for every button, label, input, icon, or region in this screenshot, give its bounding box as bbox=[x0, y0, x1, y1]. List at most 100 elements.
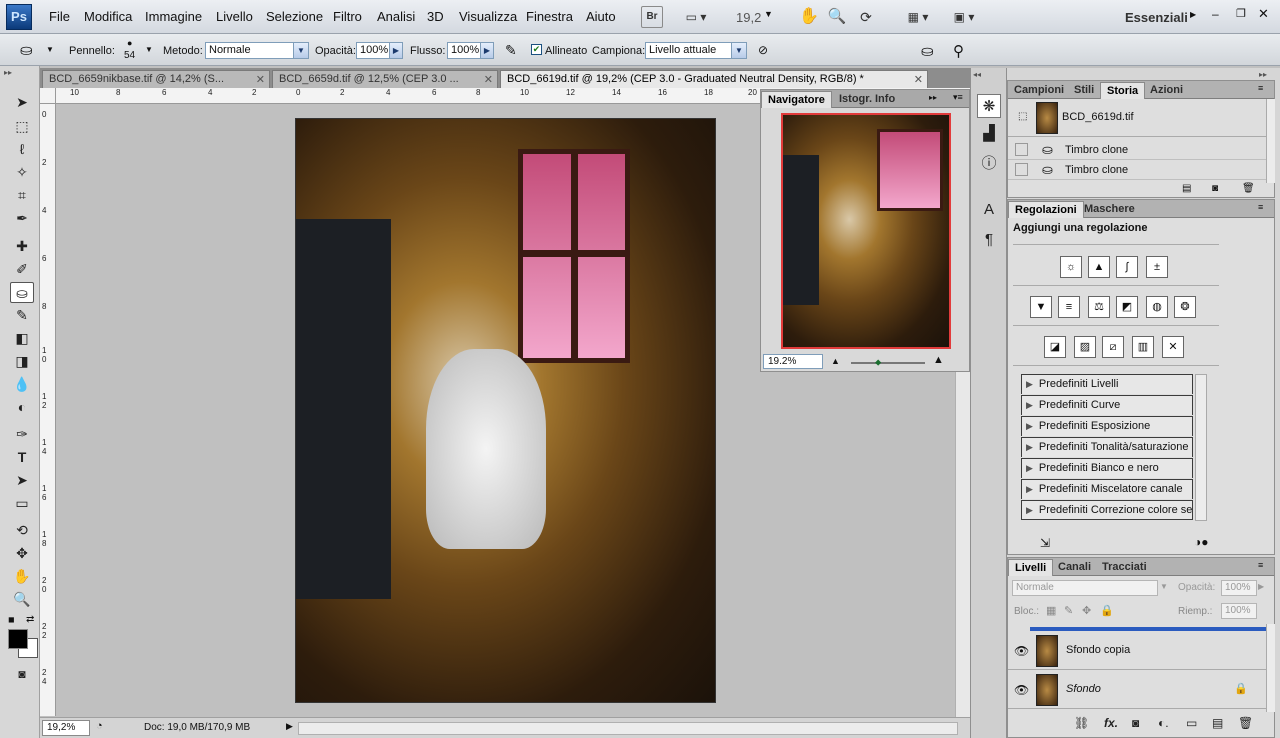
tab-livelli[interactable]: Livelli bbox=[1008, 559, 1054, 576]
delete-layer-icon[interactable]: 🗑 bbox=[1238, 716, 1253, 730]
screen-mode-dropdown-icon[interactable]: ▣ ▾ bbox=[946, 6, 982, 28]
history-item[interactable]: ⛀ Timbro clone bbox=[1008, 160, 1266, 180]
gradient-tool-icon[interactable]: ◨ bbox=[10, 351, 34, 372]
brush-panel-icon[interactable]: ⚲ bbox=[953, 42, 964, 60]
airbrush-icon[interactable]: ✎ bbox=[505, 42, 517, 59]
blend-mode-select[interactable]: Normale bbox=[1012, 580, 1158, 596]
3d-rotate-tool-icon[interactable]: ⟲ bbox=[10, 520, 34, 541]
status-info-icon[interactable]: ◔ bbox=[96, 720, 103, 732]
opacity-arrow-icon[interactable]: ▶ bbox=[1258, 582, 1264, 591]
tab-storia[interactable]: Storia bbox=[1100, 82, 1146, 99]
document-image[interactable] bbox=[295, 118, 716, 703]
vibrance-icon[interactable]: ▼ bbox=[1030, 296, 1052, 318]
sample-dropdown-icon[interactable]: ▼ bbox=[731, 42, 747, 59]
exposure-icon[interactable]: ± bbox=[1146, 256, 1168, 278]
swap-colors-icon[interactable]: ⇄ bbox=[26, 614, 34, 625]
clip-to-layer-icon[interactable]: ◑● bbox=[1194, 535, 1209, 549]
layer-row[interactable]: 👁 Sfondo copia bbox=[1008, 632, 1266, 670]
zoom-tool-button[interactable]: 🔍 bbox=[10, 589, 34, 610]
menu-file[interactable]: File bbox=[49, 9, 70, 24]
zoom-tool-icon[interactable]: 🔍 bbox=[826, 6, 848, 28]
canvas-horizontal-scrollbar[interactable] bbox=[298, 722, 958, 735]
crop-tool-icon[interactable]: ⌗ bbox=[10, 185, 34, 206]
zoom-in-icon[interactable]: ▲ bbox=[933, 354, 944, 366]
clone-source-panel-icon[interactable]: ⛀ bbox=[921, 42, 934, 60]
pen-tool-icon[interactable]: ✑ bbox=[10, 424, 34, 445]
sample-select[interactable]: Livello attuale bbox=[645, 42, 733, 59]
history-snapshot[interactable]: ⬚ BCD_6619d.tif bbox=[1008, 99, 1266, 137]
tab-tracciati[interactable]: Tracciati bbox=[1096, 559, 1153, 576]
flow-slider-icon[interactable]: ▶ bbox=[480, 42, 494, 59]
navigator-panel-icon[interactable]: ❋ bbox=[977, 94, 1001, 118]
foreground-color-swatch[interactable] bbox=[8, 629, 28, 649]
layer-fill-input[interactable]: 100% bbox=[1221, 603, 1257, 619]
flow-input[interactable]: 100% bbox=[447, 42, 481, 59]
lock-all-icon[interactable]: 🔒 bbox=[1100, 604, 1114, 617]
tab-campioni[interactable]: Campioni bbox=[1008, 82, 1070, 99]
brush-tool-icon[interactable]: ✐ bbox=[10, 259, 34, 280]
move-tool-icon[interactable]: ➤ bbox=[10, 92, 34, 113]
layers-scrollbar[interactable] bbox=[1266, 624, 1275, 712]
history-brush-tool-icon[interactable]: ✎ bbox=[10, 305, 34, 326]
brush-preview-icon[interactable]: ● bbox=[127, 38, 132, 48]
history-source-box[interactable] bbox=[1015, 163, 1028, 176]
history-item[interactable]: ⛀ Timbro clone bbox=[1008, 140, 1266, 160]
delete-state-icon[interactable]: 🗑 bbox=[1242, 183, 1255, 194]
tab-canali[interactable]: Canali bbox=[1052, 559, 1097, 576]
column-collapse-icon[interactable]: ▸▸ bbox=[1259, 70, 1267, 79]
character-panel-icon[interactable]: A bbox=[977, 198, 1001, 222]
tab-azioni[interactable]: Azioni bbox=[1144, 82, 1189, 99]
blur-tool-icon[interactable]: 💧 bbox=[10, 374, 34, 395]
shape-tool-icon[interactable]: ▭ bbox=[10, 493, 34, 514]
navigator-zoom-slider[interactable] bbox=[851, 362, 925, 364]
lock-transparency-icon[interactable]: ▦ bbox=[1046, 604, 1056, 617]
path-selection-tool-icon[interactable]: ➤ bbox=[10, 470, 34, 491]
preset-item[interactable]: ▶ Predefiniti Miscelatore canale bbox=[1021, 479, 1193, 499]
menu-livello[interactable]: Livello bbox=[216, 9, 253, 24]
mode-select[interactable]: Normale bbox=[205, 42, 295, 59]
tab-info[interactable]: Info bbox=[869, 91, 901, 108]
color-balance-icon[interactable]: ⚖ bbox=[1088, 296, 1110, 318]
preset-item[interactable]: ▶ Predefiniti Bianco e nero bbox=[1021, 458, 1193, 478]
presets-scrollbar[interactable] bbox=[1195, 374, 1207, 521]
dodge-tool-icon[interactable]: ◐ bbox=[10, 397, 34, 418]
clone-stamp-tool-icon[interactable]: ⛀ bbox=[20, 41, 33, 59]
navigator-zoom-input[interactable]: 19.2% bbox=[763, 354, 823, 369]
new-adjustment-layer-icon[interactable]: ◐. bbox=[1158, 716, 1169, 730]
tab-maschere[interactable]: Maschere bbox=[1078, 201, 1141, 218]
curves-icon[interactable]: ∫ bbox=[1116, 256, 1138, 278]
posterize-icon[interactable]: ▨ bbox=[1074, 336, 1096, 358]
menu-visualizza[interactable]: Visualizza bbox=[459, 9, 517, 24]
doc-tab-active[interactable]: BCD_6619d.tif @ 19,2% (CEP 3.0 - Graduat… bbox=[500, 70, 928, 88]
new-layer-icon[interactable]: ▤ bbox=[1212, 716, 1223, 730]
zoom-slider-handle-icon[interactable]: ⬥ bbox=[875, 357, 881, 368]
history-scrollbar[interactable] bbox=[1266, 99, 1275, 183]
lasso-tool-icon[interactable]: ℓ bbox=[10, 139, 34, 160]
new-group-icon[interactable]: ▭ bbox=[1186, 716, 1197, 730]
gradient-map-icon[interactable]: ▥ bbox=[1132, 336, 1154, 358]
workspace-dropdown-icon[interactable]: ▶ bbox=[1190, 10, 1196, 19]
restore-icon[interactable]: ❐ bbox=[1236, 7, 1246, 20]
link-layers-icon[interactable]: ⛓ bbox=[1074, 716, 1089, 730]
type-tool-icon[interactable]: T bbox=[10, 447, 34, 468]
black-white-icon[interactable]: ◩ bbox=[1116, 296, 1138, 318]
menu-filtro[interactable]: Filtro bbox=[333, 9, 362, 24]
preset-item[interactable]: ▶ Predefiniti Esposizione bbox=[1021, 416, 1193, 436]
threshold-icon[interactable]: ⧄ bbox=[1102, 336, 1124, 358]
panel-menu-icon[interactable]: ≡ bbox=[1258, 202, 1263, 212]
panel-menu-icon[interactable]: ≡ bbox=[1258, 560, 1263, 570]
paragraph-panel-icon[interactable]: ¶ bbox=[977, 228, 1001, 252]
tab-stili[interactable]: Stili bbox=[1068, 82, 1100, 99]
healing-brush-tool-icon[interactable]: ✚ bbox=[10, 236, 34, 257]
zoom-dropdown-icon[interactable]: ▼ bbox=[764, 9, 773, 19]
menu-aiuto[interactable]: Aiuto bbox=[586, 9, 616, 24]
eye-icon[interactable]: 👁 bbox=[1014, 683, 1029, 697]
marquee-tool-icon[interactable]: ⬚ bbox=[10, 116, 34, 137]
tab-close-icon[interactable]: ✕ bbox=[484, 73, 493, 86]
history-source-box[interactable] bbox=[1015, 143, 1028, 156]
add-mask-icon[interactable]: ◙ bbox=[1132, 716, 1139, 730]
layer-opacity-input[interactable]: 100% bbox=[1221, 580, 1257, 596]
histogram-panel-icon[interactable]: ▟ bbox=[977, 122, 1001, 146]
status-menu-icon[interactable]: ▶ bbox=[286, 721, 293, 732]
zoom-out-icon[interactable]: ▲ bbox=[831, 356, 840, 366]
